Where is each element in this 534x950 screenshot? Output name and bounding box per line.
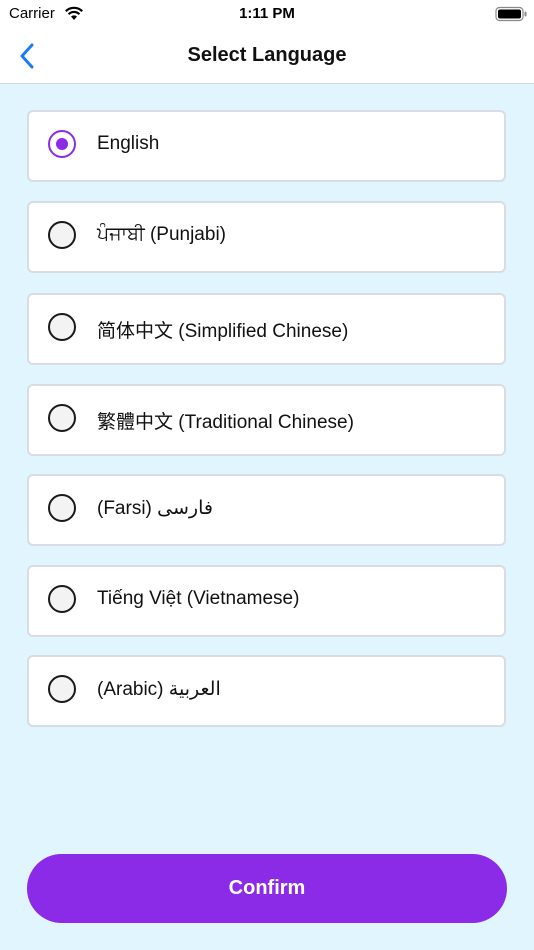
language-option-simplified-chinese[interactable]: 简体中文 (Simplified Chinese) (27, 293, 506, 365)
language-option-punjabi[interactable]: ਪੰਜਾਬੀ (Punjabi) (27, 201, 506, 273)
language-label: Tiếng Việt (Vietnamese) (97, 588, 300, 609)
radio-selected-icon[interactable] (48, 130, 76, 158)
language-label: 繁體中文 (Traditional Chinese) (97, 412, 354, 433)
battery-icon (495, 6, 527, 22)
language-option-english[interactable]: English (27, 110, 506, 182)
status-bar: Carrier 1:11 PM (0, 0, 534, 30)
radio-unselected-icon[interactable] (48, 404, 76, 432)
language-label: 简体中文 (Simplified Chinese) (97, 321, 349, 342)
language-option-traditional-chinese[interactable]: 繁體中文 (Traditional Chinese) (27, 384, 506, 456)
language-option-farsi[interactable]: (Farsi) فارسی (27, 474, 506, 546)
radio-unselected-icon[interactable] (48, 585, 76, 613)
radio-unselected-icon[interactable] (48, 675, 76, 703)
language-label: ਪੰਜਾਬੀ (Punjabi) (97, 224, 226, 245)
page-title: Select Language (187, 44, 347, 66)
radio-unselected-icon[interactable] (48, 494, 76, 522)
language-option-arabic[interactable]: (Arabic) العربية (27, 655, 506, 727)
radio-unselected-icon[interactable] (48, 221, 76, 249)
language-label: English (97, 133, 160, 154)
language-option-vietnamese[interactable]: Tiếng Việt (Vietnamese) (27, 565, 506, 637)
language-label: (Arabic) العربية (97, 679, 221, 700)
language-label: (Farsi) فارسی (97, 498, 213, 519)
radio-unselected-icon[interactable] (48, 313, 76, 341)
confirm-button[interactable]: Confirm (27, 854, 507, 923)
navigation-bar: Select Language (0, 30, 534, 84)
status-time: 1:11 PM (239, 5, 295, 22)
